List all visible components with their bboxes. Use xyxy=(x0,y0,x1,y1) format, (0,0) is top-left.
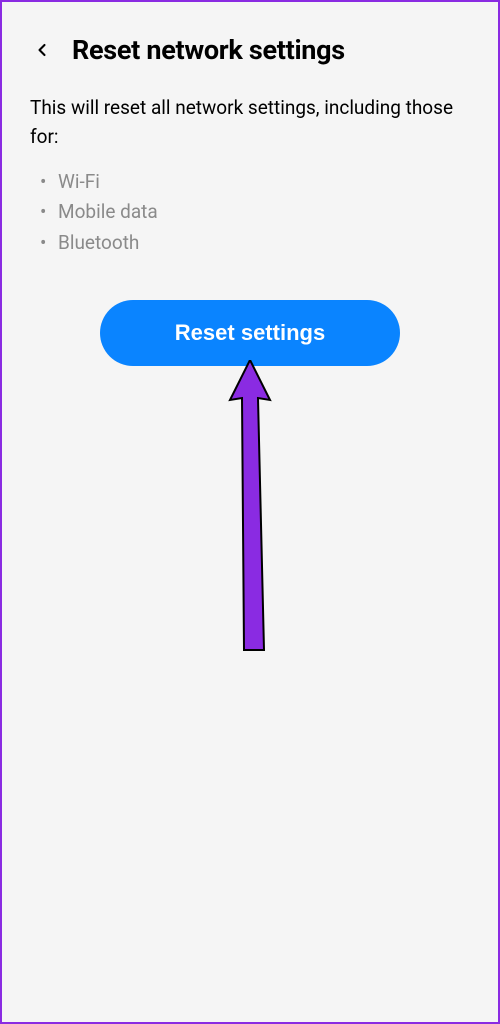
list-item: Mobile data xyxy=(58,197,470,227)
description-text: This will reset all network settings, in… xyxy=(30,94,470,151)
settings-screen: Reset network settings This will reset a… xyxy=(6,6,494,1018)
list-item: Wi-Fi xyxy=(58,167,470,197)
list-item: Bluetooth xyxy=(58,228,470,258)
header: Reset network settings xyxy=(30,34,470,66)
app-frame: Reset network settings This will reset a… xyxy=(0,0,500,1024)
page-title: Reset network settings xyxy=(72,34,345,66)
bullet-list: Wi-Fi Mobile data Bluetooth xyxy=(30,167,470,258)
back-icon[interactable] xyxy=(30,38,54,62)
reset-settings-button[interactable]: Reset settings xyxy=(100,300,400,366)
button-container: Reset settings xyxy=(30,300,470,366)
